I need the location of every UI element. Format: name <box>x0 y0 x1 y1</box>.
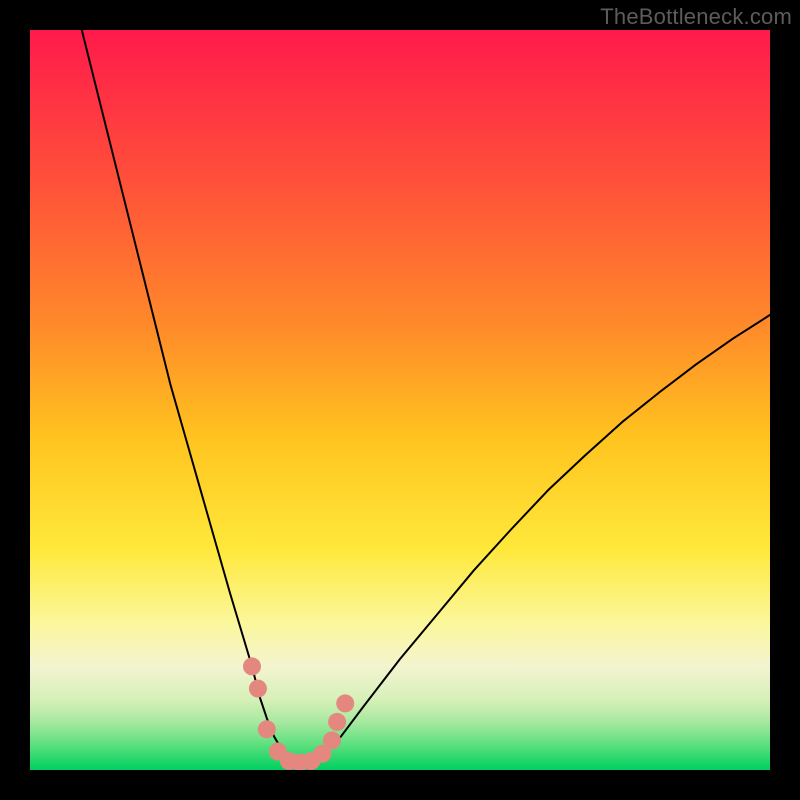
chart-svg <box>30 30 770 770</box>
marker-point <box>328 713 346 731</box>
marker-point <box>336 694 354 712</box>
watermark-text: TheBottleneck.com <box>600 4 792 30</box>
chart-frame: TheBottleneck.com <box>0 0 800 800</box>
plot-area <box>30 30 770 770</box>
marker-point <box>258 720 276 738</box>
marker-point <box>323 731 341 749</box>
marker-point <box>249 680 267 698</box>
marker-point <box>243 657 261 675</box>
